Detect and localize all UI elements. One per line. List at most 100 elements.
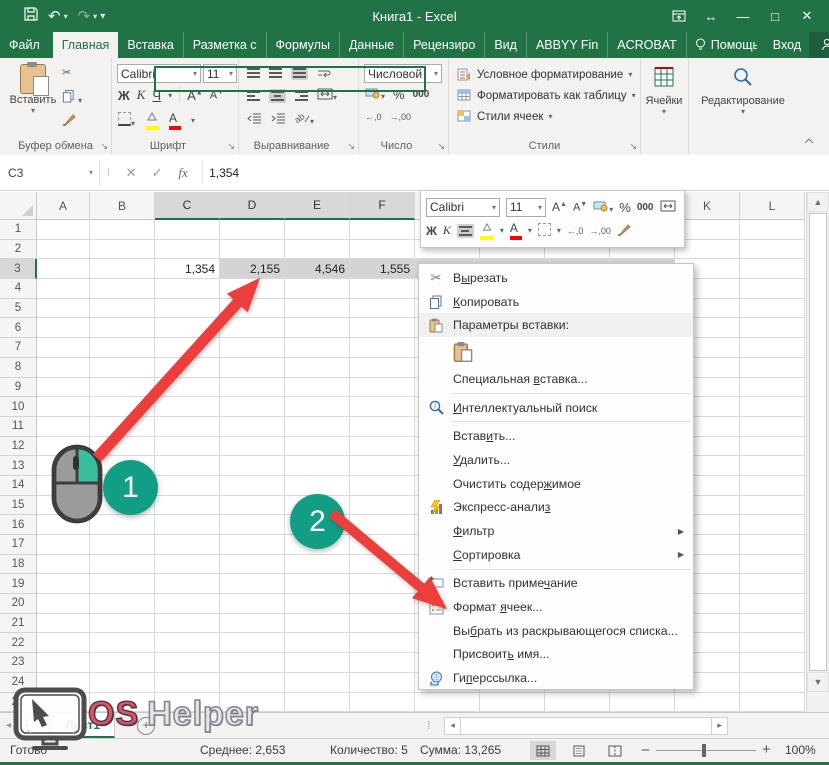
- cell-D18[interactable]: [220, 555, 285, 575]
- cell-D6[interactable]: [220, 318, 285, 338]
- minimize-button[interactable]: —: [729, 4, 757, 28]
- menu-item-вставить-[interactable]: Вставить...: [419, 424, 693, 448]
- cell-D16[interactable]: [220, 515, 285, 535]
- cell-L14[interactable]: [740, 476, 805, 496]
- comma-style-button[interactable]: 000: [413, 89, 430, 100]
- cell-B17[interactable]: [90, 535, 155, 555]
- cell-A3[interactable]: [37, 259, 90, 279]
- align-left-icon[interactable]: [247, 91, 260, 101]
- cell-D5[interactable]: [220, 299, 285, 319]
- cell-L18[interactable]: [740, 555, 805, 575]
- format-painter-button[interactable]: [62, 112, 76, 129]
- mini-percent-button[interactable]: %: [619, 200, 631, 215]
- formula-input[interactable]: 1,354: [209, 166, 239, 180]
- cell-A23[interactable]: [37, 653, 90, 673]
- cell-F17[interactable]: [350, 535, 415, 555]
- cell-F5[interactable]: [350, 299, 415, 319]
- next-sheet-icon[interactable]: ▸: [25, 720, 30, 731]
- cell-D7[interactable]: [220, 338, 285, 358]
- orientation-button[interactable]: ab▾: [295, 112, 314, 127]
- menu-item-вырезать[interactable]: ✂Вырезать: [419, 266, 693, 290]
- tab-file[interactable]: Файл: [0, 32, 49, 58]
- row-header-8[interactable]: 8: [0, 358, 37, 378]
- cell-F25[interactable]: [350, 693, 415, 713]
- mini-merge-button[interactable]: [660, 200, 676, 215]
- copy-button[interactable]: ▾: [62, 89, 82, 106]
- scroll-right-icon[interactable]: ▸: [711, 717, 728, 735]
- cell-C8[interactable]: [155, 358, 220, 378]
- close-button[interactable]: ✕: [793, 4, 821, 28]
- cell-E1[interactable]: [285, 220, 350, 240]
- editing-button[interactable]: Редактирование ▾: [688, 66, 798, 116]
- column-header-E[interactable]: E: [285, 192, 350, 220]
- cell-E2[interactable]: [285, 240, 350, 260]
- mini-increase-decimal-icon[interactable]: ←,0: [567, 226, 584, 236]
- cell-C23[interactable]: [155, 653, 220, 673]
- row-header-1[interactable]: 1: [0, 220, 37, 240]
- mini-italic-button[interactable]: К: [443, 223, 451, 238]
- insert-function-icon[interactable]: fx: [170, 165, 196, 181]
- cell-L3[interactable]: [740, 259, 805, 279]
- cell-B2[interactable]: [90, 240, 155, 260]
- cell-D20[interactable]: [220, 594, 285, 614]
- row-header-14[interactable]: 14: [0, 476, 37, 496]
- percent-style-button[interactable]: %: [393, 87, 405, 102]
- zoom-slider-handle[interactable]: [702, 744, 706, 757]
- cell-D19[interactable]: [220, 574, 285, 594]
- row-header-20[interactable]: 20: [0, 594, 37, 614]
- row-header-16[interactable]: 16: [0, 515, 37, 535]
- cell-D10[interactable]: [220, 397, 285, 417]
- menu-item-гиперссылка-[interactable]: Гиперссылка...: [419, 666, 693, 690]
- cell-B5[interactable]: [90, 299, 155, 319]
- increase-indent-icon[interactable]: [271, 113, 286, 127]
- cell-A25[interactable]: [37, 693, 90, 713]
- cell-D11[interactable]: [220, 417, 285, 437]
- cell-F7[interactable]: [350, 338, 415, 358]
- cell-E14[interactable]: [285, 476, 350, 496]
- cell-E22[interactable]: [285, 633, 350, 653]
- cell-L23[interactable]: [740, 653, 805, 673]
- cell-C9[interactable]: [155, 378, 220, 398]
- cell-F21[interactable]: [350, 614, 415, 634]
- cell-L21[interactable]: [740, 614, 805, 634]
- cell-A1[interactable]: [37, 220, 90, 240]
- menu-item-формат-ячеек-[interactable]: Формат ячеек...: [419, 595, 693, 619]
- cell-A4[interactable]: [37, 279, 90, 299]
- cell-E8[interactable]: [285, 358, 350, 378]
- cell-D21[interactable]: [220, 614, 285, 634]
- cell-C3[interactable]: 1,354: [155, 259, 220, 279]
- cell-D9[interactable]: [220, 378, 285, 398]
- horizontal-scroll-thumb[interactable]: [461, 717, 711, 735]
- mini-borders-button[interactable]: [538, 223, 551, 239]
- cell-E11[interactable]: [285, 417, 350, 437]
- paste-option-button[interactable]: [419, 337, 693, 367]
- align-bottom-icon[interactable]: [291, 66, 308, 80]
- mini-font-size-combo[interactable]: 11▾: [506, 198, 546, 217]
- row-header-10[interactable]: 10: [0, 397, 37, 417]
- cell-C21[interactable]: [155, 614, 220, 634]
- paste-dropdown-icon[interactable]: ▾: [8, 106, 58, 115]
- cell-A11[interactable]: [37, 417, 90, 437]
- cell-A22[interactable]: [37, 633, 90, 653]
- number-dialog-launcher-icon[interactable]: ↘: [437, 141, 445, 152]
- cell-B18[interactable]: [90, 555, 155, 575]
- menu-item-выбрать-из-раскрывающегося-списка-[interactable]: Выбрать из раскрывающегося списка...: [419, 619, 693, 643]
- decrease-font-button[interactable]: A▼: [210, 89, 224, 102]
- cell-L6[interactable]: [740, 318, 805, 338]
- cell-E7[interactable]: [285, 338, 350, 358]
- bold-button[interactable]: Ж: [118, 88, 130, 103]
- row-header-2[interactable]: 2: [0, 240, 37, 260]
- collapse-ribbon-icon[interactable]: [803, 136, 815, 148]
- cell-F18[interactable]: [350, 555, 415, 575]
- cell-L17[interactable]: [740, 535, 805, 555]
- menu-item-фильтр[interactable]: Фильтр▶: [419, 519, 693, 543]
- zoom-out-icon[interactable]: −: [641, 742, 650, 759]
- mini-decrease-font-button[interactable]: A▼: [573, 201, 587, 214]
- menu-item-копировать[interactable]: Копировать: [419, 290, 693, 314]
- column-header-A[interactable]: A: [37, 192, 90, 220]
- tab-help[interactable]: Помощь: [687, 38, 765, 52]
- font-dialog-launcher-icon[interactable]: ↘: [227, 141, 235, 152]
- column-header-F[interactable]: F: [350, 192, 415, 220]
- tab-acrobat[interactable]: ACROBAT: [608, 32, 687, 58]
- cell-C19[interactable]: [155, 574, 220, 594]
